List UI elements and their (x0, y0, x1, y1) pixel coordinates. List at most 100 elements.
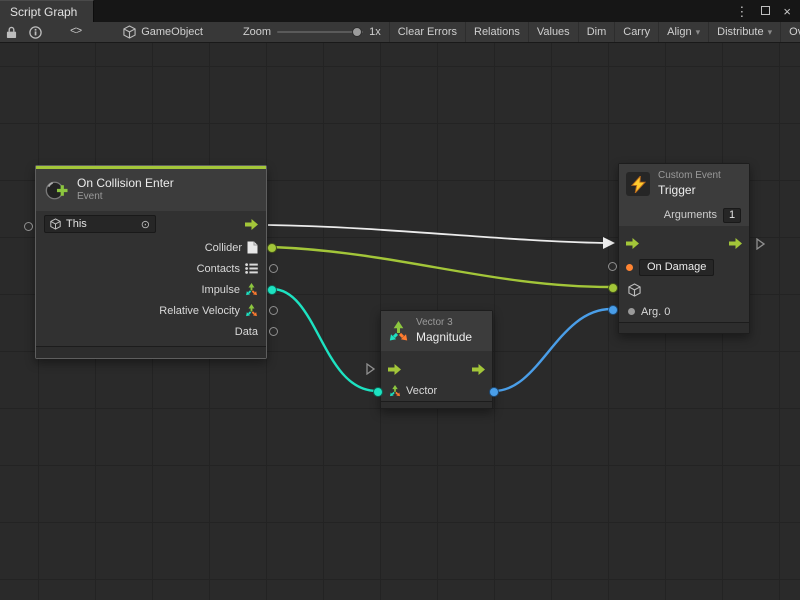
port-arg0-input[interactable] (608, 305, 618, 315)
node-title: On Collision Enter (77, 176, 174, 191)
maximize-icon[interactable] (761, 2, 770, 20)
distribute-dropdown[interactable]: Distribute ▾ (709, 22, 781, 42)
port-event-name-input[interactable] (608, 262, 617, 271)
wire-impulse-vector[interactable] (272, 289, 377, 391)
graph-toolbar: <> GameObject Zoom 1x Clear Errors Relat… (0, 22, 800, 43)
port-target-input[interactable] (608, 283, 618, 293)
row-event-name: On Damage (619, 256, 749, 278)
zoom-label: Zoom (243, 26, 271, 38)
flow-out-arrow-icon[interactable] (472, 364, 485, 375)
close-icon[interactable]: × (783, 5, 791, 18)
port-contacts-output[interactable] (269, 264, 278, 273)
node-type: Vector 3 (416, 317, 472, 330)
align-label: Align (667, 26, 691, 38)
node-subtitle: Event (77, 191, 174, 204)
node-title: Trigger (658, 183, 721, 198)
zoom-value: 1x (369, 26, 381, 38)
graph-context[interactable]: GameObject (115, 22, 211, 42)
port-vector-input[interactable] (373, 387, 383, 397)
node-footer (619, 322, 749, 333)
carry-button[interactable]: Carry (615, 22, 659, 42)
port-label: Collider (205, 242, 242, 254)
zoom-slider-handle[interactable] (352, 27, 362, 37)
code-view-button[interactable]: <> (64, 22, 87, 42)
wire-collider-target[interactable] (272, 247, 611, 287)
event-name-field[interactable]: On Damage (639, 259, 714, 276)
row-contacts: Contacts (36, 258, 266, 279)
inspect-button[interactable] (23, 22, 48, 42)
lock-icon (6, 26, 17, 39)
maximize-square (761, 6, 770, 15)
flow-out-connector[interactable] (756, 238, 765, 250)
tab-bar: Script Graph ⋮ × (0, 0, 800, 22)
chevron-down-icon: ▾ (696, 27, 701, 38)
wire-result-arg0[interactable] (494, 309, 611, 391)
flow-out-arrow-icon[interactable] (245, 219, 258, 230)
code-icon: <> (70, 26, 81, 38)
row-flow (619, 232, 749, 254)
graph-canvas[interactable]: On Collision Enter Event This ⊙ Collider… (0, 43, 800, 600)
row-arguments: Arguments 1 (619, 204, 749, 226)
port-label: Contacts (197, 263, 240, 275)
row-arg0: Arg. 0 (619, 301, 749, 322)
port-label: Arg. 0 (641, 306, 670, 318)
flow-in-arrow-icon[interactable] (388, 364, 401, 375)
vector3-icon (245, 304, 258, 317)
relations-label: Relations (474, 26, 520, 38)
vector3-icon (389, 385, 401, 397)
unity-script-graph-window: Script Graph ⋮ × <> GameObject Zoom (0, 0, 800, 600)
row-impulse: Impulse (36, 279, 266, 300)
port-target-input[interactable] (24, 222, 33, 231)
flow-in-arrow-icon[interactable] (626, 238, 639, 249)
distribute-label: Distribute (717, 26, 763, 38)
document-icon (247, 241, 258, 254)
values-button[interactable]: Values (529, 22, 579, 42)
node-header: Custom Event Trigger (619, 164, 749, 204)
row-target-and-flow: This ⊙ (36, 213, 266, 235)
node-on-collision-enter[interactable]: On Collision Enter Event This ⊙ Collider… (35, 165, 267, 359)
gameobject-cube-icon (628, 283, 641, 297)
node-title: Magnitude (416, 330, 472, 345)
carry-label: Carry (623, 26, 650, 38)
vector3-icon (245, 283, 258, 296)
lock-button[interactable] (0, 22, 23, 42)
info-icon (29, 26, 42, 39)
arguments-count-field[interactable]: 1 (723, 208, 741, 223)
zoom-slider[interactable] (277, 26, 363, 38)
cube-icon (50, 218, 61, 230)
relations-button[interactable]: Relations (466, 22, 529, 42)
port-impulse-output[interactable] (267, 285, 277, 295)
clear-errors-label: Clear Errors (398, 26, 457, 38)
align-dropdown[interactable]: Align ▾ (659, 22, 709, 42)
flow-in-connector[interactable] (366, 363, 375, 375)
row-collider: Collider (36, 237, 266, 258)
tab-script-graph[interactable]: Script Graph (0, 0, 94, 22)
dim-label: Dim (587, 26, 607, 38)
port-result-output[interactable] (489, 387, 499, 397)
target-object-field[interactable]: This ⊙ (44, 215, 156, 233)
node-custom-event-trigger[interactable]: Custom Event Trigger Arguments 1 On Dama… (618, 163, 750, 334)
node-footer (36, 346, 266, 358)
wire-flow[interactable] (268, 225, 604, 243)
port-collider-output[interactable] (267, 243, 277, 253)
wire-flow-arrowhead (603, 237, 615, 249)
flow-out-arrow-icon[interactable] (729, 238, 742, 249)
zoom-control: Zoom 1x (235, 22, 389, 42)
window-controls: ⋮ × (735, 0, 800, 22)
port-label: Impulse (201, 284, 240, 296)
chevron-down-icon: ▾ (768, 27, 773, 38)
object-port-icon (628, 308, 635, 315)
object-picker-icon[interactable]: ⊙ (141, 218, 150, 231)
port-relative-velocity-output[interactable] (269, 306, 278, 315)
node-vector3-magnitude[interactable]: Vector 3 Magnitude Vector (380, 310, 493, 409)
row-relative-velocity: Relative Velocity (36, 300, 266, 321)
clear-errors-button[interactable]: Clear Errors (389, 22, 466, 42)
overview-button[interactable]: Overv (781, 22, 800, 42)
zoom-slider-track (277, 31, 363, 33)
row-target (619, 279, 749, 300)
kebab-menu-icon[interactable]: ⋮ (735, 5, 748, 18)
port-label: Relative Velocity (159, 305, 240, 317)
node-header: On Collision Enter Event (36, 169, 266, 211)
dim-button[interactable]: Dim (579, 22, 616, 42)
port-data-output[interactable] (269, 327, 278, 336)
